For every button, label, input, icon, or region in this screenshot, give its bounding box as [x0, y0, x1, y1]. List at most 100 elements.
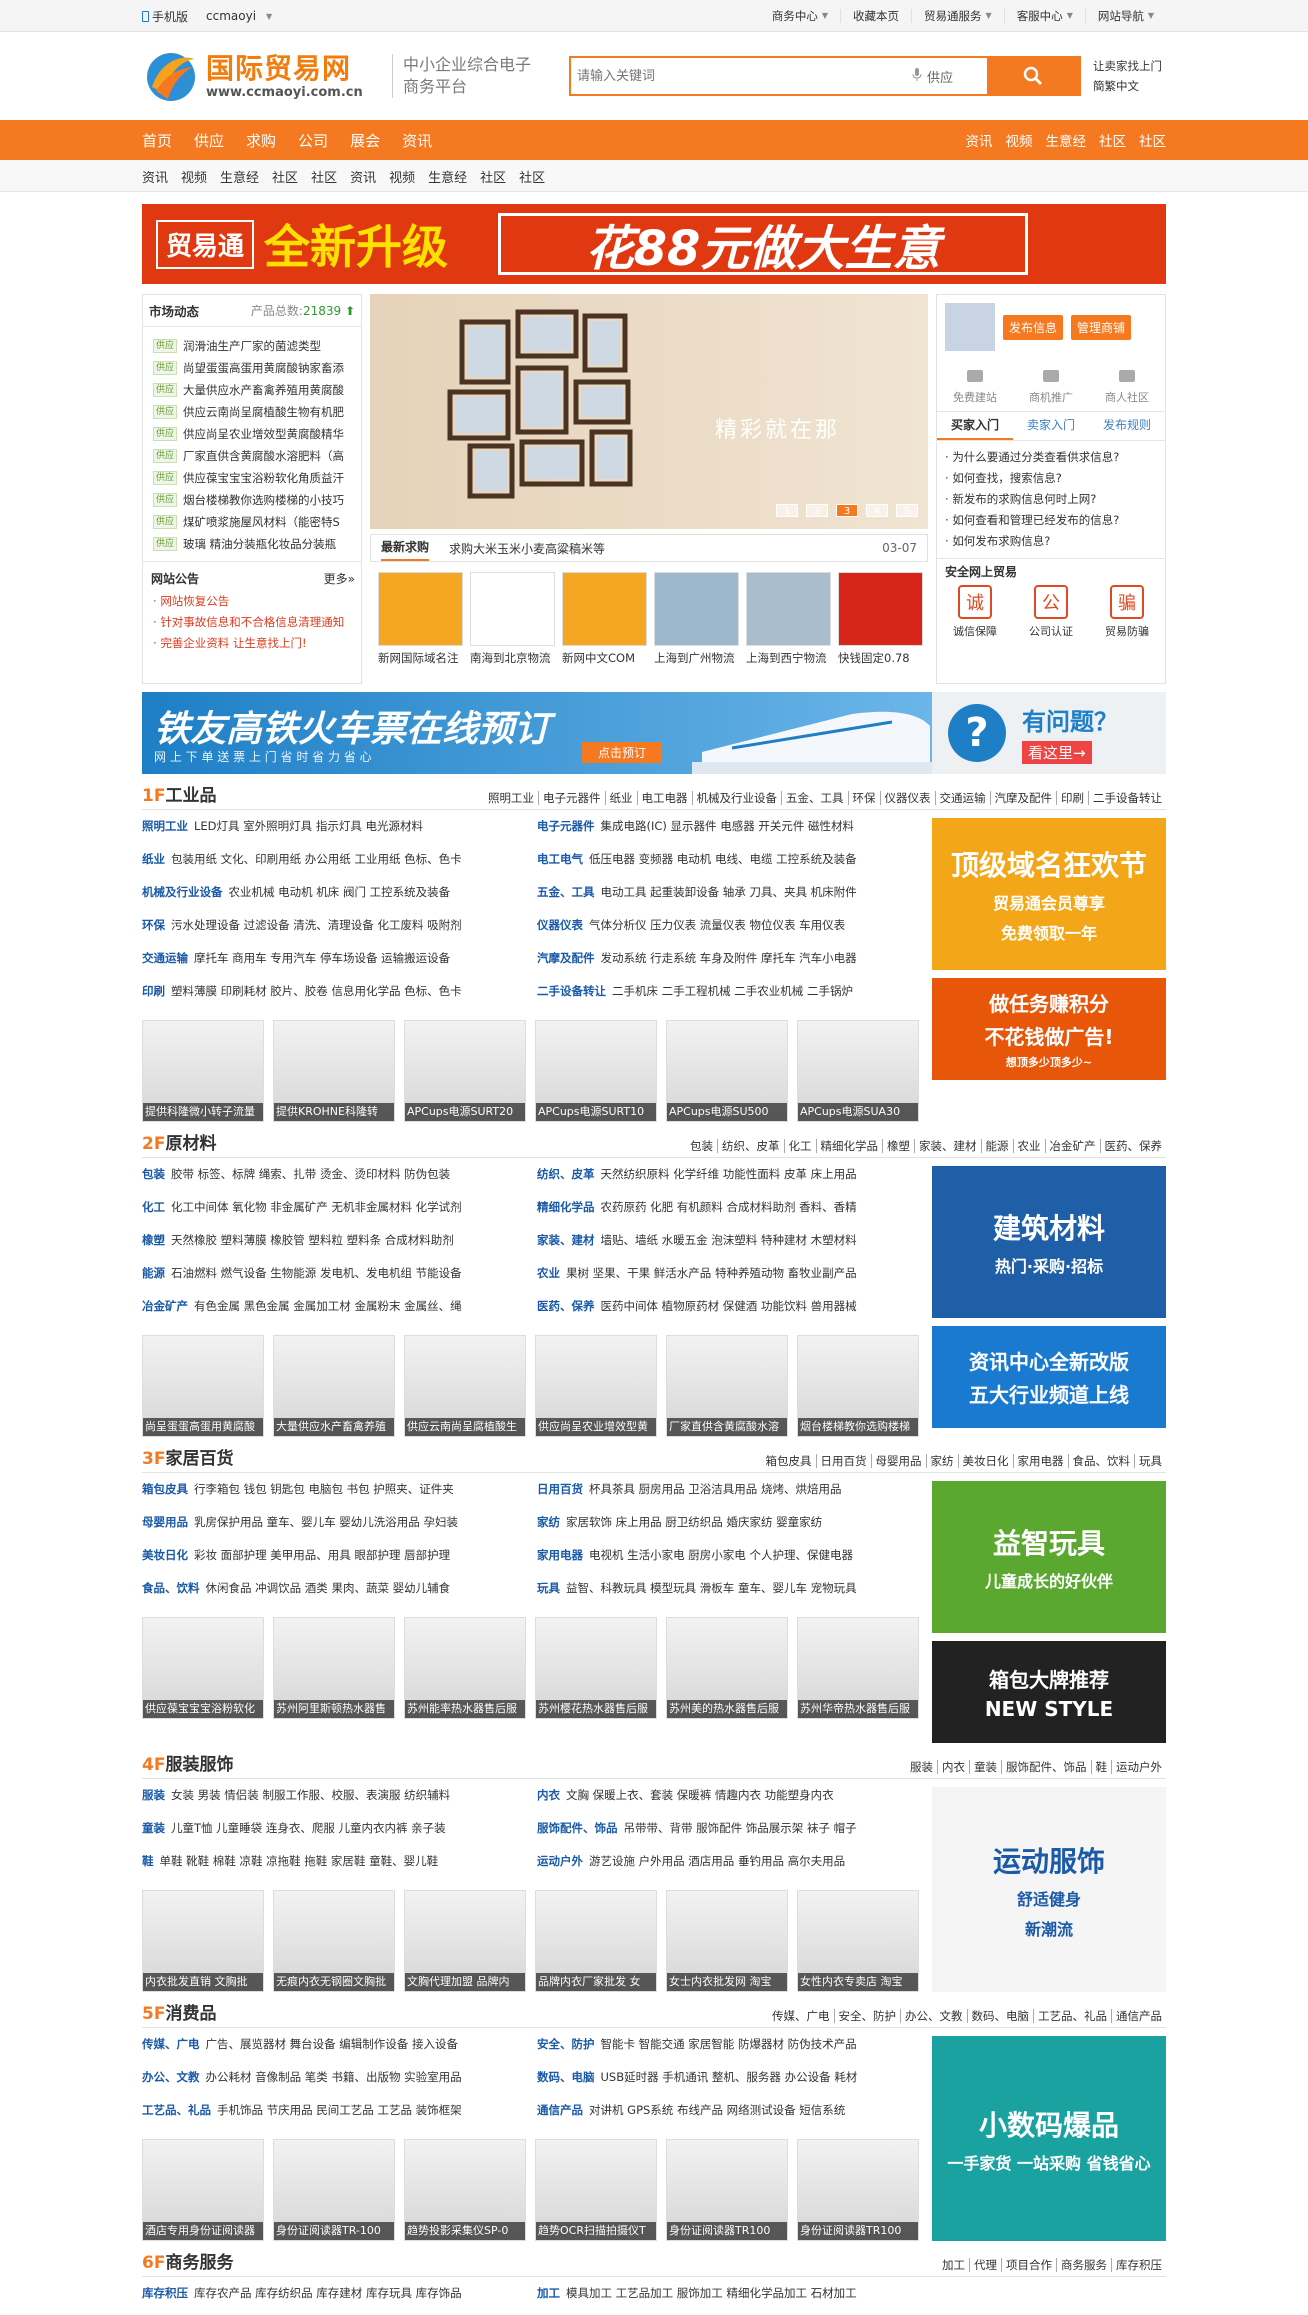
category-items[interactable]: 农药原药 化肥 有机颜料 合成材料助剂 香料、香精: [601, 1200, 857, 1214]
nav-item[interactable]: 公司: [298, 130, 339, 151]
category-items[interactable]: 天然橡胶 塑料薄膜 橡胶管 塑料粒 塑料条 合成材料助剂: [171, 1233, 454, 1247]
category-head[interactable]: 工艺品、礼品: [142, 2103, 211, 2117]
floor-link[interactable]: 安全、防护: [833, 2009, 900, 2023]
floor-ad[interactable]: 小数码爆品 一手家货 一站采购 省钱省心: [932, 2036, 1166, 2241]
floor-link[interactable]: 包装: [686, 1139, 717, 1153]
faq-item[interactable]: · 为什么要通过分类查看供求信息?: [945, 447, 1157, 468]
category-head[interactable]: 服饰配件、饰品: [537, 1821, 618, 1835]
faq-item[interactable]: · 如何查找，搜索信息?: [945, 468, 1157, 489]
floor-link[interactable]: 能源: [980, 1139, 1013, 1153]
faq-item[interactable]: · 新发布的求购信息何时上网?: [945, 489, 1157, 510]
category-head[interactable]: 加工: [537, 2286, 560, 2300]
subnav-item[interactable]: 生意经: [428, 167, 467, 186]
floor-link[interactable]: 环保: [847, 791, 880, 805]
thumb-item[interactable]: 新网国际域名注: [378, 572, 463, 666]
product-card[interactable]: 供应云南尚呈腐植酸生: [404, 1335, 526, 1437]
category-head[interactable]: 美妆日化: [142, 1548, 188, 1562]
nav-right-item[interactable]: 资讯: [966, 130, 993, 150]
topbar-link[interactable]: 收藏本页: [840, 9, 911, 23]
subnav-item[interactable]: 资讯: [142, 167, 168, 186]
category-head[interactable]: 家纺: [537, 1515, 560, 1529]
nav-right-item[interactable]: 生意经: [1046, 130, 1087, 150]
user-shortcut[interactable]: 商人社区: [1105, 367, 1149, 405]
category-head[interactable]: 精细化学品: [537, 1200, 595, 1214]
category-items[interactable]: 二手机床 二手工程机械 二手农业机械 二手锅炉: [612, 984, 853, 998]
floor-ad-2[interactable]: 资讯中心全新改版 五大行业频道上线: [932, 1326, 1166, 1428]
floor-link[interactable]: 服装: [906, 1760, 937, 1774]
category-head[interactable]: 照明工业: [142, 819, 188, 833]
category-items[interactable]: 吊带带、背带 服饰配件 饰品展示架 袜子 帽子: [624, 1821, 857, 1835]
category-head[interactable]: 印刷: [142, 984, 165, 998]
nav-right-item[interactable]: 社区: [1139, 130, 1166, 150]
site-name[interactable]: ccmaoyi ▼: [206, 9, 272, 23]
category-head[interactable]: 传媒、广电: [142, 2037, 200, 2051]
floor-link[interactable]: 商务服务: [1056, 2258, 1111, 2272]
category-items[interactable]: 石油燃料 燃气设备 生物能源 发电机、发电机组 节能设备: [171, 1266, 462, 1280]
category-head[interactable]: 交通运输: [142, 951, 188, 965]
safe-item[interactable]: 公公司认证: [1029, 585, 1073, 639]
floor-link[interactable]: 印刷: [1056, 791, 1088, 805]
category-head[interactable]: 母婴用品: [142, 1515, 188, 1529]
floor-link[interactable]: 玩具: [1134, 1454, 1166, 1468]
category-head[interactable]: 机械及行业设备: [142, 885, 223, 899]
category-head[interactable]: 库存积压: [142, 2286, 188, 2300]
floor-link[interactable]: 纸业: [604, 791, 637, 805]
category-items[interactable]: LED灯具 室外照明灯具 指示灯具 电光源材料: [194, 819, 423, 833]
product-card[interactable]: 文胸代理加盟 品牌内: [404, 1890, 526, 1992]
search-input[interactable]: [571, 58, 907, 94]
floor-ad[interactable]: 益智玩具 儿童成长的好伙伴: [932, 1481, 1166, 1633]
product-card[interactable]: 身份证阅读器TR100: [666, 2139, 788, 2241]
floor-link[interactable]: 精细化学品: [815, 1139, 882, 1153]
notice-more-link[interactable]: 更多»: [324, 570, 355, 587]
carousel-dot[interactable]: 2: [806, 504, 828, 517]
topbar-link[interactable]: 网站导航 ▼: [1084, 9, 1166, 23]
floor-ad[interactable]: 运动服饰 舒适健身 新潮流: [932, 1787, 1166, 1992]
category-items[interactable]: 手机饰品 节庆用品 民间工艺品 工艺品 装饰框架: [217, 2103, 462, 2117]
floor-link[interactable]: 母婴用品: [870, 1454, 926, 1468]
category-items[interactable]: 益智、科教玩具 模型玩具 滑板车 童车、婴儿车 宠物玩具: [566, 1581, 857, 1595]
category-items[interactable]: 休闲食品 冲调饮品 酒类 果肉、蔬菜 婴幼儿辅食: [206, 1581, 451, 1595]
floor-link[interactable]: 运动户外: [1111, 1760, 1166, 1774]
product-card[interactable]: 酒店专用身份证阅读器: [142, 2139, 264, 2241]
product-card[interactable]: 女士内衣批发网 淘宝: [666, 1890, 788, 1992]
floor-link[interactable]: 内衣: [937, 1760, 969, 1774]
floor-link[interactable]: 交通运输: [934, 791, 990, 805]
floor-link[interactable]: 箱包皮具: [762, 1454, 816, 1468]
carousel[interactable]: 精彩就在那 12345: [370, 294, 928, 529]
help-link[interactable]: 看这里→: [1022, 741, 1092, 764]
floor-link[interactable]: 冶金矿产: [1044, 1139, 1100, 1153]
user-shortcut[interactable]: 免费建站: [953, 367, 997, 405]
category-items[interactable]: 化工中间体 氧化物 非金属矿产 无机非金属材料 化学试剂: [171, 1200, 462, 1214]
topbar-link[interactable]: 客服中心 ▼: [1003, 9, 1085, 23]
subnav-item[interactable]: 社区: [311, 167, 337, 186]
product-card[interactable]: 烟台楼梯教你选购楼梯: [797, 1335, 919, 1437]
floor-link[interactable]: 照明工业: [484, 791, 538, 805]
category-items[interactable]: 塑料薄膜 印刷耗材 胶片、胶卷 信息用化学品 色标、色卡: [171, 984, 462, 998]
thumb-item[interactable]: 快钱固定0.78: [838, 572, 923, 666]
floor-link[interactable]: 办公、文教: [900, 2009, 967, 2023]
category-head[interactable]: 二手设备转让: [537, 984, 606, 998]
category-head[interactable]: 服装: [142, 1788, 165, 1802]
floor-link[interactable]: 五金、工具: [781, 791, 848, 805]
product-card[interactable]: 供应尚呈农业增效型黄: [535, 1335, 657, 1437]
nav-item[interactable]: 资讯: [402, 130, 443, 151]
category-items[interactable]: 电动工具 起重装卸设备 轴承 刀具、夹具 机床附件: [601, 885, 857, 899]
market-item[interactable]: 供应 供应葆宝宝宝浴粉软化角质益汗: [153, 467, 355, 489]
microphone-icon[interactable]: [907, 67, 927, 85]
floor-link[interactable]: 通信产品: [1111, 2009, 1166, 2023]
floor-link[interactable]: 纺织、皮革: [717, 1139, 784, 1153]
floor-link[interactable]: 家用电器: [1012, 1454, 1068, 1468]
category-head[interactable]: 电工电气: [537, 852, 583, 866]
site-logo[interactable]: 国际贸易网 www.ccmaoyi.com.cn: [142, 47, 392, 105]
market-item[interactable]: 供应 烟台楼梯教你选购楼梯的小技巧: [153, 489, 355, 511]
product-card[interactable]: APCups电源SU500: [666, 1020, 788, 1122]
floor-link[interactable]: 家纺: [925, 1454, 958, 1468]
nav-item[interactable]: 供应: [194, 130, 235, 151]
category-head[interactable]: 包装: [142, 1167, 165, 1181]
category-items[interactable]: 库存农产品 库存纺织品 库存建材 库存玩具 库存饰品: [194, 2286, 462, 2300]
category-head[interactable]: 化工: [142, 1200, 165, 1214]
floor-link[interactable]: 机械及行业设备: [691, 791, 781, 805]
category-items[interactable]: USB延时器 手机通讯 整机、服务器 办公设备 耗材: [601, 2070, 858, 2084]
floor-link[interactable]: 服饰配件、饰品: [1001, 1760, 1091, 1774]
nav-item[interactable]: 展会: [350, 130, 391, 151]
